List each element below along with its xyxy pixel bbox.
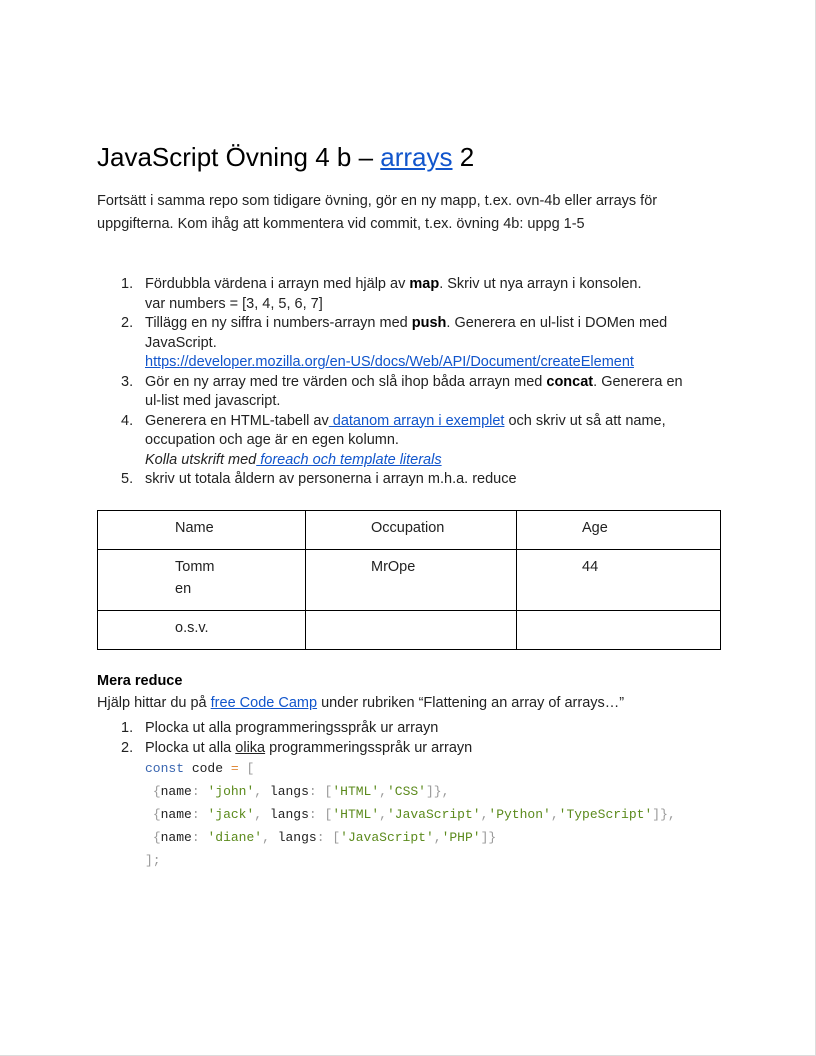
section-intro: Hjälp hittar du på free Code Camp under … <box>97 695 625 711</box>
list-item: 2. Plocka ut alla olika programmeringssp… <box>121 740 473 756</box>
task-list: 1. Fördubbla värdena i arrayn med hjälp … <box>97 275 697 490</box>
reduce-task-list: 1. Plocka ut alla programmeringsspråk ur… <box>97 718 472 758</box>
code-block: const code = [ {name: 'john', langs: ['H… <box>145 761 676 868</box>
table-cell <box>305 610 517 650</box>
people-table: Name Occupation Age Tommen MrOpe 44 o.s.… <box>97 510 721 650</box>
table-cell <box>516 610 721 650</box>
table-cell: MrOpe <box>305 549 517 611</box>
table-header-cell: Age <box>516 510 721 550</box>
table-header-cell: Occupation <box>305 510 517 550</box>
example-data-link[interactable]: datanom arrayn i exemplet <box>329 413 505 429</box>
task-item: 4. Generera en HTML-tabell av datanom ar… <box>121 412 666 468</box>
page-title: JavaScript Övning 4 b – arrays 2 <box>97 142 475 172</box>
task-item: 2. Tillägg en ny siffra i numbers-arrayn… <box>121 315 668 370</box>
table-header-row: Name Occupation Age <box>97 510 721 550</box>
freecodecamp-link[interactable]: free Code Camp <box>211 695 317 711</box>
table-header-cell: Name <box>97 510 306 550</box>
task-item: 1. Fördubbla värdena i arrayn med hjälp … <box>121 276 642 312</box>
table-cell: o.s.v. <box>97 610 306 650</box>
createelement-link[interactable]: https://developer.mozilla.org/en-US/docs… <box>145 354 634 370</box>
table-row: Tommen MrOpe 44 <box>97 549 721 611</box>
section-heading: Mera reduce <box>97 673 183 689</box>
list-item: 1. Plocka ut alla programmeringsspråk ur… <box>121 720 439 736</box>
table-cell: 44 <box>516 549 721 611</box>
task-item: 5. skriv ut totala åldern av personerna … <box>121 471 517 487</box>
arrays-link[interactable]: arrays <box>380 142 452 172</box>
intro-paragraph: Fortsätt i samma repo som tidigare övnin… <box>97 193 658 232</box>
task-item: 3. Gör en ny array med tre värden och sl… <box>121 373 683 410</box>
foreach-template-link[interactable]: foreach och template literals <box>256 452 441 468</box>
table-cell: Tommen <box>97 549 306 611</box>
table-row: o.s.v. <box>97 610 721 650</box>
